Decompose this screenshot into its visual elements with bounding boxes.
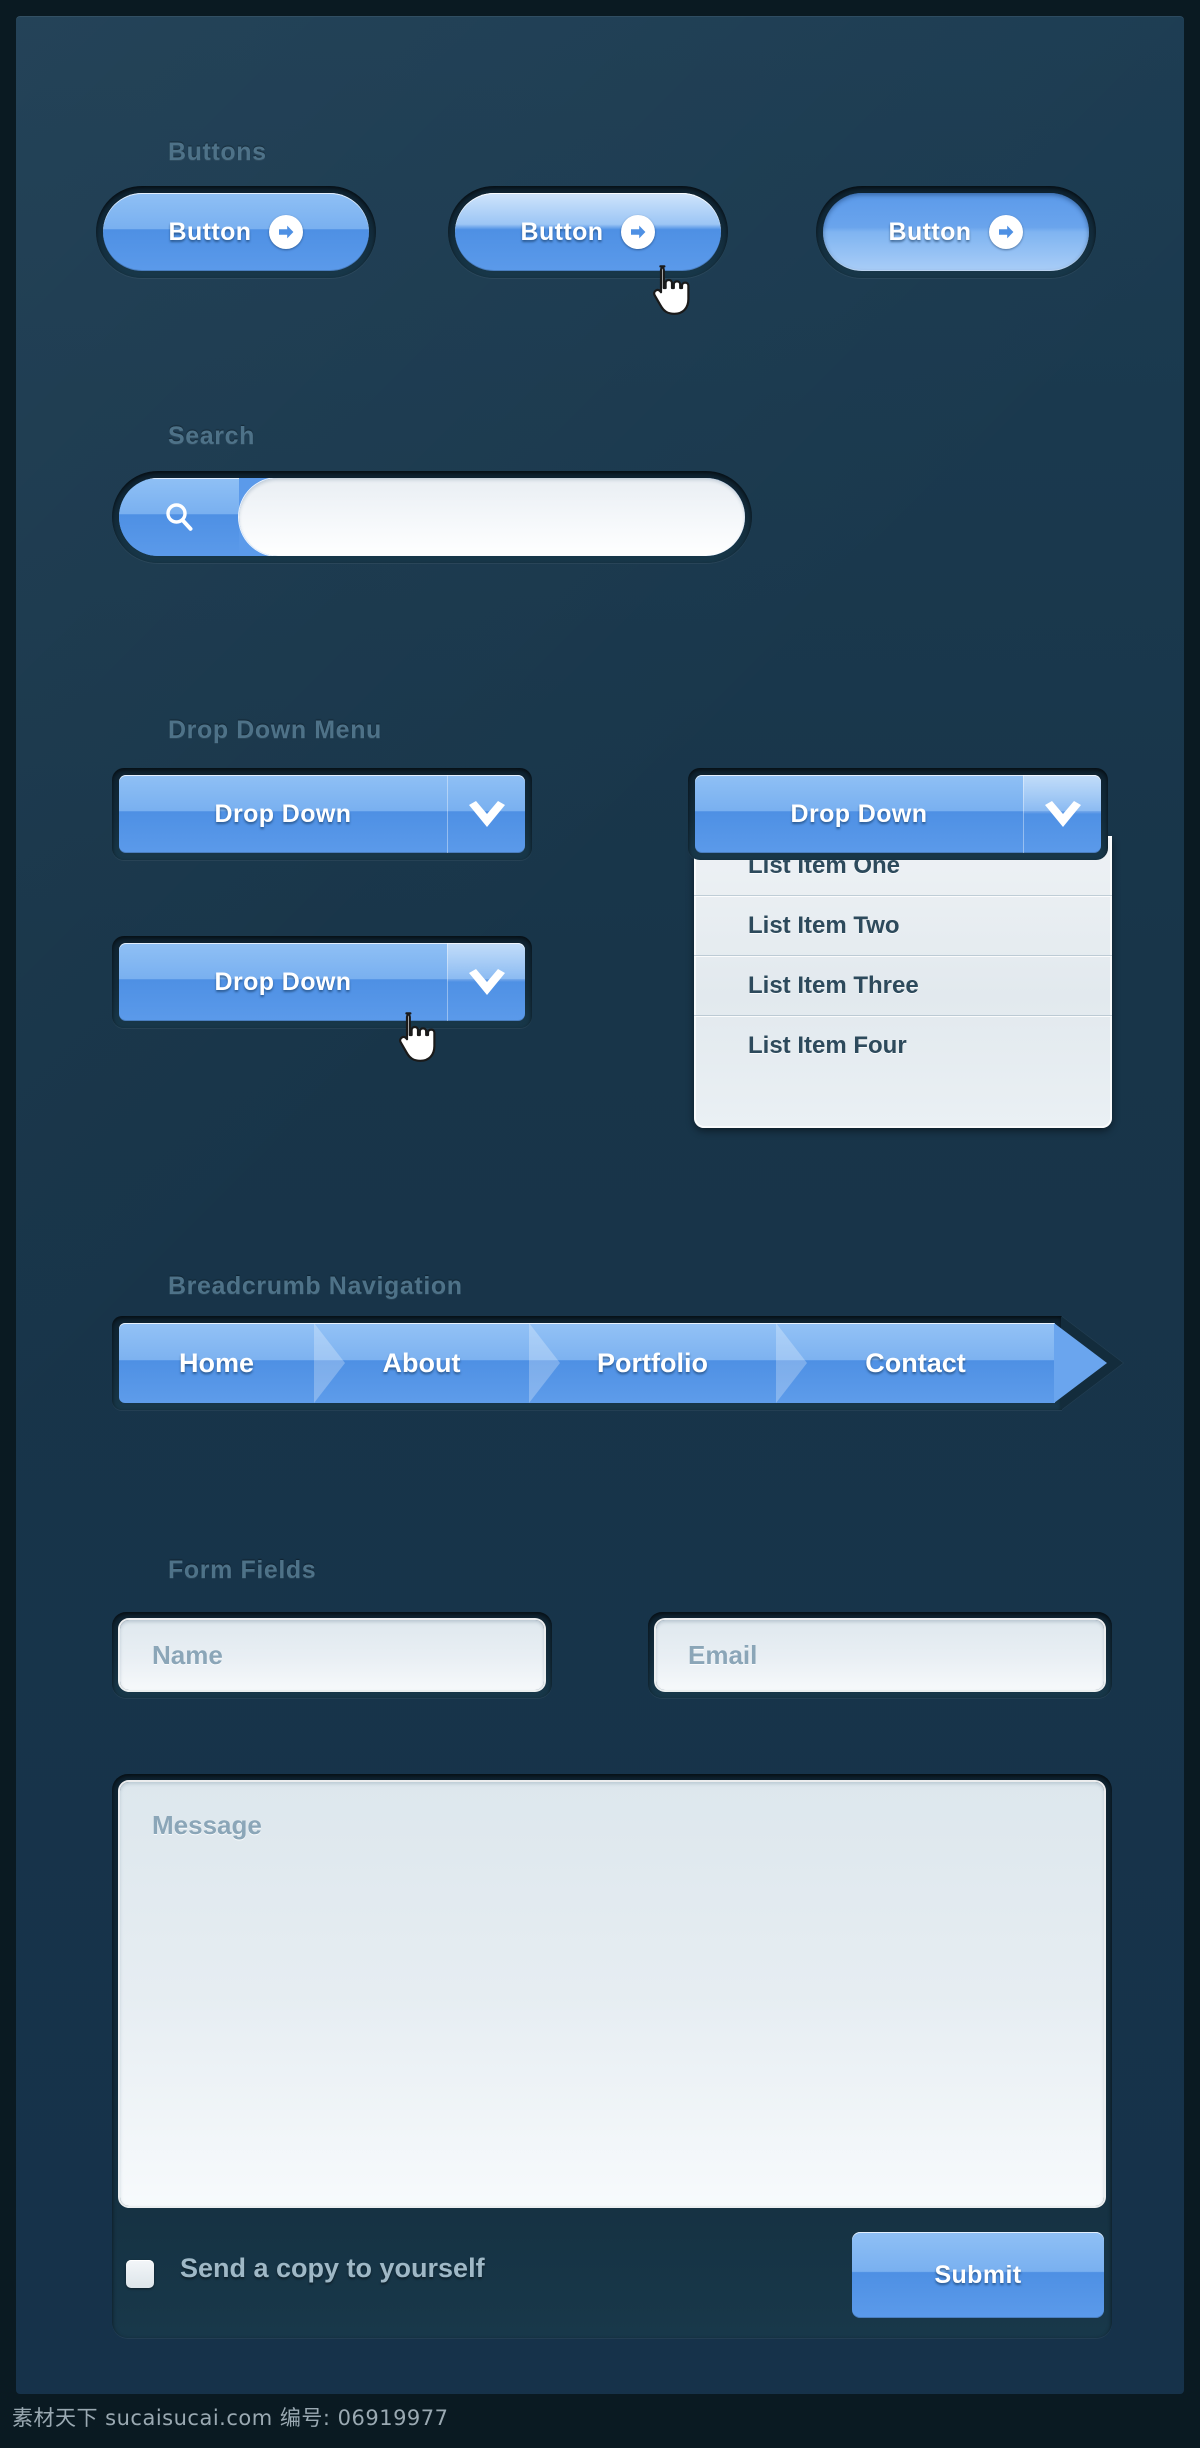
arrow-right-icon: [269, 215, 304, 249]
breadcrumb-item-label: Contact: [865, 1347, 966, 1378]
button-1-label: Button: [168, 217, 252, 246]
breadcrumb-item-portfolio[interactable]: Portfolio: [529, 1323, 807, 1403]
dropdown-open-header[interactable]: Drop Down: [688, 768, 1108, 860]
email-field-face[interactable]: Email: [656, 1620, 1104, 1690]
chevron-down-icon[interactable]: [447, 775, 525, 853]
chevron-down-icon[interactable]: [447, 943, 525, 1021]
search-icon[interactable]: [119, 478, 239, 556]
breadcrumb-item-home[interactable]: Home: [119, 1323, 345, 1403]
list-item[interactable]: List Item Two: [694, 896, 1112, 956]
list-item[interactable]: List Item Three: [694, 956, 1112, 1016]
dropdown-closed-normal[interactable]: Drop Down: [112, 768, 532, 860]
dropdown-closed-normal-label-zone: Drop Down: [119, 775, 447, 853]
dropdown-open-header-face[interactable]: Drop Down: [695, 775, 1101, 853]
arrow-right-icon: [621, 215, 656, 249]
main-panel: Buttons Button Button Button Search Drop…: [16, 16, 1184, 2394]
submit-button-label: Submit: [934, 2260, 1022, 2289]
section-label-search: Search: [168, 422, 255, 450]
search-face[interactable]: [119, 478, 745, 556]
dropdown-closed-hover[interactable]: Drop Down: [112, 936, 532, 1028]
arrow-right-icon: [989, 215, 1024, 249]
breadcrumb-item-label: Portfolio: [597, 1347, 708, 1378]
button-2-label: Button: [520, 217, 604, 246]
search-input[interactable]: [239, 478, 745, 556]
name-field-face[interactable]: Name: [120, 1620, 544, 1690]
watermark: 素材天下 sucaisucai.com 编号: 06919977: [12, 2406, 449, 2430]
email-field-placeholder: Email: [688, 1639, 758, 1670]
submit-button[interactable]: Submit: [852, 2232, 1104, 2318]
dropdown-closed-hover-face[interactable]: Drop Down: [119, 943, 525, 1021]
send-copy-checkbox[interactable]: [126, 2260, 154, 2288]
name-field-placeholder: Name: [152, 1639, 223, 1670]
breadcrumb-item-about[interactable]: About: [314, 1323, 560, 1403]
list-item[interactable]: List Item Four: [694, 1016, 1112, 1076]
name-field[interactable]: Name: [112, 1612, 552, 1698]
dropdown-open-label-zone: Drop Down: [695, 775, 1023, 853]
breadcrumb-item-contact[interactable]: Contact: [776, 1323, 1055, 1403]
search-bar[interactable]: [112, 471, 752, 563]
message-textarea[interactable]: Message: [120, 1782, 1104, 2206]
button-3-label: Button: [888, 217, 972, 246]
button-1[interactable]: Button: [96, 186, 376, 278]
breadcrumb-arrow-tip: [1054, 1323, 1107, 1403]
breadcrumb-item-label: About: [382, 1347, 461, 1378]
email-field[interactable]: Email: [648, 1612, 1112, 1698]
section-label-breadcrumb: Breadcrumb Navigation: [168, 1272, 463, 1300]
dropdown-open-list[interactable]: List Item One List Item Two List Item Th…: [694, 836, 1112, 1128]
message-placeholder: Message: [152, 1810, 262, 1840]
button-2-face[interactable]: Button: [455, 193, 721, 271]
dropdown-closed-hover-label-zone: Drop Down: [119, 943, 447, 1021]
section-label-dropdown: Drop Down Menu: [168, 716, 382, 744]
dropdown-closed-normal-label: Drop Down: [214, 799, 352, 828]
chevron-down-icon[interactable]: [1023, 775, 1101, 853]
button-1-face[interactable]: Button: [103, 193, 369, 271]
dropdown-open-label: Drop Down: [790, 799, 928, 828]
section-label-buttons: Buttons: [168, 138, 267, 166]
breadcrumb-track: Home About Portfolio Contact: [119, 1323, 1055, 1403]
button-3-face[interactable]: Button: [823, 193, 1089, 271]
section-label-form: Form Fields: [168, 1556, 317, 1584]
button-2[interactable]: Button: [448, 186, 728, 278]
dropdown-closed-hover-label: Drop Down: [214, 967, 352, 996]
dropdown-closed-normal-face[interactable]: Drop Down: [119, 775, 525, 853]
breadcrumb-item-label: Home: [178, 1347, 254, 1378]
button-3[interactable]: Button: [816, 186, 1096, 278]
breadcrumb: Home About Portfolio Contact: [112, 1316, 1123, 1410]
ui-kit-page: Buttons Button Button Button Search Drop…: [0, 0, 1200, 2448]
send-copy-label: Send a copy to yourself: [180, 2253, 485, 2283]
